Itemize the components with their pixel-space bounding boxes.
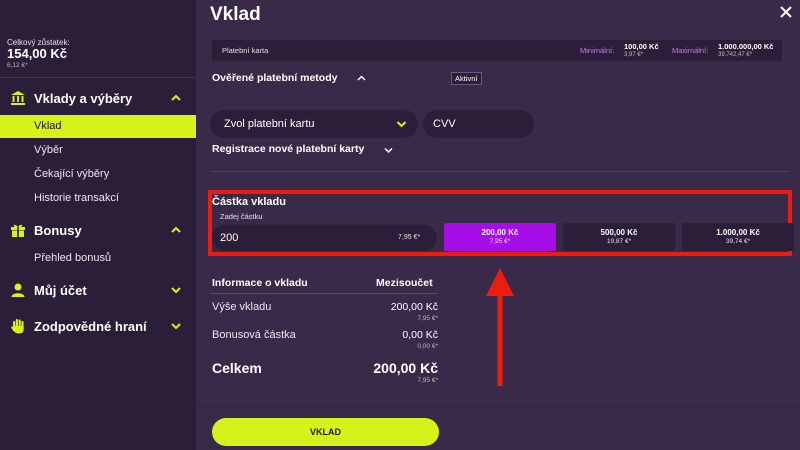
preset-value: 1.000,00 Kč (716, 228, 760, 237)
chevron-down-icon[interactable] (384, 147, 393, 154)
sidebar-item-transaction-history[interactable]: Historie transakcí (34, 192, 119, 204)
user-icon (11, 283, 25, 297)
register-card-toggle[interactable]: Registrace nové platební karty (212, 143, 364, 155)
min-label: Minimální: (580, 46, 615, 55)
preset-value: 200,00 Kč (481, 228, 519, 237)
chevron-up-icon[interactable] (357, 74, 366, 82)
sidebar-section-label: Můj účet (34, 283, 87, 298)
sidebar-section-label: Zodpovědné hraní (34, 319, 147, 334)
footer-divider (196, 406, 800, 407)
payment-method-name: Platební karta (222, 46, 269, 55)
deposit-amount-input[interactable] (220, 230, 370, 246)
preset-value-eur: 39,74 €* (725, 238, 751, 245)
min-value-eur: 3,97 €* (624, 52, 644, 58)
min-value: 100,00 Kč (624, 42, 659, 51)
max-value-eur: 39.742,47 €* (718, 52, 753, 58)
sidebar-section-bonuses[interactable]: Bonusy (0, 219, 196, 241)
preset-value-eur: 7,95 €* (489, 238, 511, 245)
max-value: 1.000.000,00 Kč (718, 42, 774, 51)
total-label: Celkem (212, 360, 262, 376)
subtotal-header: Mezisoučet (376, 277, 433, 289)
page-title: Vklad (210, 4, 261, 25)
sidebar-divider (0, 77, 196, 78)
card-select[interactable]: Zvol platební kartu (210, 110, 418, 138)
payment-method-bar: Platební karta Minimální: 100,00 Kč 3,97… (212, 40, 782, 61)
total-value: 200,00 Kč (373, 360, 438, 376)
chevron-down-icon (396, 121, 407, 128)
chevron-up-icon (171, 226, 181, 233)
sidebar-section-label: Vklady a výběry (34, 91, 133, 106)
deposit-amount-row-label: Výše vkladu (212, 301, 272, 313)
card-select-value: Zvol platební kartu (224, 118, 315, 130)
sidebar-item-pending-withdrawals[interactable]: Čekající výběry (34, 168, 109, 180)
preset-value-eur: 19,87 €* (606, 238, 632, 245)
info-header: Informace o vkladu (212, 277, 308, 289)
annotation-arrow-icon (486, 268, 514, 386)
chevron-down-icon (171, 323, 181, 330)
sidebar-item-bonus-overview[interactable]: Přehled bonusů (34, 252, 111, 264)
sidebar-item-vyber[interactable]: Výběr (34, 144, 63, 156)
bonus-amount-row-label: Bonusová částka (212, 329, 296, 341)
close-icon[interactable] (778, 4, 794, 20)
bonus-amount-row-eur: 0,00 €* (417, 343, 438, 350)
status-badge: Aktivní (451, 72, 482, 85)
sidebar-section-responsible-gaming[interactable]: Zodpovědné hraní (0, 315, 196, 337)
deposit-amount-row-eur: 7,95 €* (417, 315, 438, 322)
deposit-panel: Vklad Platební karta Minimální: 100,00 K… (196, 0, 800, 450)
deposit-amount-field[interactable]: 7,95 €* (212, 225, 437, 251)
sidebar-section-deposits[interactable]: Vklady a výběry (0, 87, 196, 109)
preset-amount-200[interactable]: 200,00 Kč 7,95 €* (444, 223, 556, 251)
deposit-amount-row-value: 200,00 Kč (390, 301, 438, 313)
preset-value: 500,00 Kč (600, 228, 638, 237)
cvv-input[interactable] (423, 110, 534, 138)
total-value-eur: 7,95 €* (417, 377, 438, 384)
bank-icon (11, 91, 25, 105)
verified-methods-toggle[interactable]: Ověřené platební metody (212, 72, 337, 84)
section-divider (210, 171, 790, 172)
sidebar: Celkový zůstatek: 154,00 Kč 6,12 €* Vkla… (0, 0, 196, 450)
chevron-up-icon (171, 94, 181, 101)
chevron-down-icon (171, 287, 181, 294)
balance-value: 154,00 Kč (7, 46, 67, 61)
bonus-amount-row-value: 0,00 Kč (402, 329, 438, 341)
sidebar-item-vklad[interactable]: Vklad (0, 115, 196, 138)
deposit-amount-eur: 7,95 €* (398, 234, 421, 241)
max-label: Maximální: (672, 46, 709, 55)
deposit-submit-button[interactable]: VKLAD (212, 418, 439, 446)
info-divider (210, 293, 438, 294)
deposit-amount-hint: Zadej částku (220, 212, 263, 221)
sidebar-section-account[interactable]: Můj účet (0, 279, 196, 301)
preset-amount-1000[interactable]: 1.000,00 Kč 39,74 €* (682, 223, 794, 251)
preset-amount-500[interactable]: 500,00 Kč 19,87 €* (563, 223, 675, 251)
balance-eur: 6,12 €* (7, 62, 28, 69)
hand-icon (11, 319, 24, 334)
sidebar-item-label: Vklad (34, 120, 62, 132)
deposit-amount-title: Částka vkladu (212, 196, 286, 208)
sidebar-section-label: Bonusy (34, 223, 82, 238)
gift-icon (11, 224, 25, 237)
